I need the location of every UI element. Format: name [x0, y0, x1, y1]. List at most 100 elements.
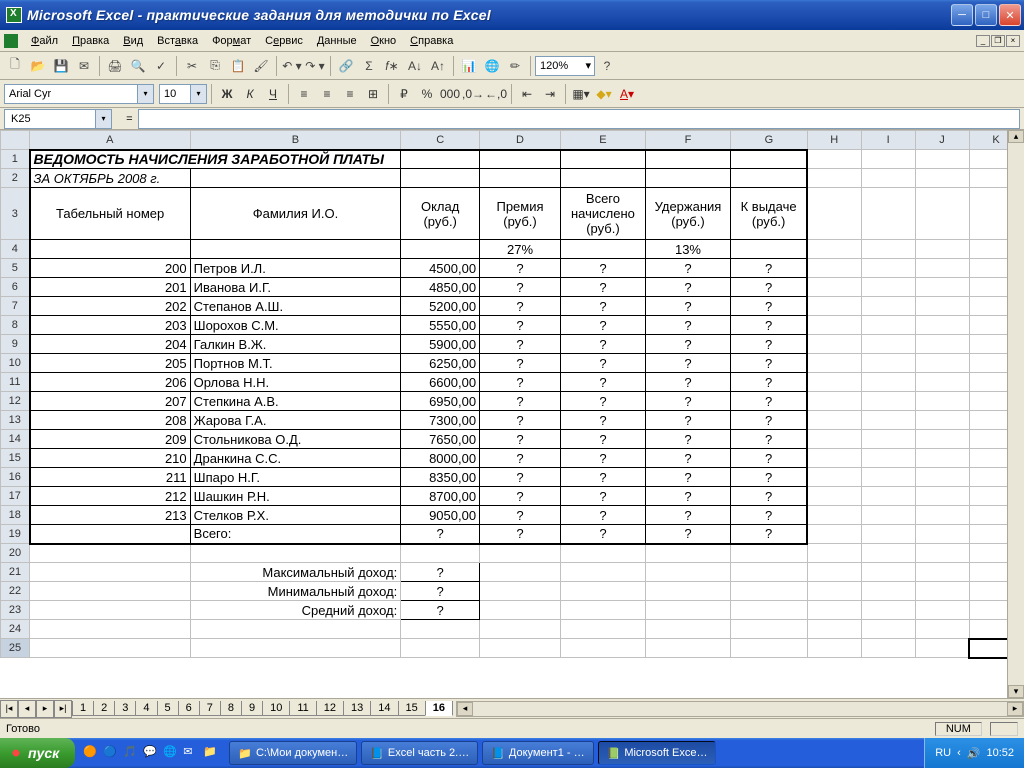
cell[interactable] [861, 430, 915, 449]
cell[interactable] [807, 449, 861, 468]
cell[interactable] [30, 525, 191, 544]
borders-icon[interactable]: ▦▾ [570, 83, 592, 105]
cell[interactable]: 205 [30, 354, 191, 373]
cell[interactable]: 201 [30, 278, 191, 297]
cell[interactable] [915, 468, 969, 487]
row-header-18[interactable]: 18 [1, 506, 30, 525]
row-header-10[interactable]: 10 [1, 354, 30, 373]
cell[interactable] [645, 544, 730, 563]
cell[interactable]: ? [401, 563, 480, 582]
cell[interactable] [861, 411, 915, 430]
cell[interactable] [560, 544, 645, 563]
cell[interactable]: ? [560, 335, 645, 354]
cell[interactable]: 212 [30, 487, 191, 506]
taskbar-item[interactable]: 📘Excel часть 2.… [361, 741, 478, 765]
cell[interactable] [807, 582, 861, 601]
cell[interactable] [645, 639, 730, 658]
row-header-11[interactable]: 11 [1, 373, 30, 392]
cell[interactable]: ? [731, 278, 808, 297]
cell[interactable]: 207 [30, 392, 191, 411]
sheet-tab-13[interactable]: 13 [343, 701, 371, 716]
sheet-tab-3[interactable]: 3 [114, 701, 136, 716]
cell[interactable]: ? [731, 506, 808, 525]
cell[interactable]: 206 [30, 373, 191, 392]
row-header-4[interactable]: 4 [1, 240, 30, 259]
bold-icon[interactable]: Ж [216, 83, 238, 105]
formula-bar[interactable] [138, 109, 1020, 129]
row-header-15[interactable]: 15 [1, 449, 30, 468]
cell[interactable] [190, 169, 401, 188]
cell[interactable]: 5550,00 [401, 316, 480, 335]
cell[interactable] [807, 392, 861, 411]
cell[interactable]: ? [645, 411, 730, 430]
cell[interactable]: ? [560, 430, 645, 449]
new-icon[interactable]: 🗋 [4, 55, 26, 77]
row-header-25[interactable]: 25 [1, 639, 30, 658]
cell[interactable] [807, 430, 861, 449]
sheet-tab-14[interactable]: 14 [370, 701, 398, 716]
cell[interactable] [861, 639, 915, 658]
cell[interactable] [731, 601, 808, 620]
cell[interactable]: ? [480, 335, 561, 354]
close-button[interactable]: ✕ [999, 4, 1021, 26]
font-size-combo[interactable]: 10▾ [159, 84, 207, 104]
sort-asc-icon[interactable]: A↓ [404, 55, 426, 77]
cell[interactable]: ? [480, 354, 561, 373]
cell[interactable]: К выдаче (руб.) [731, 188, 808, 240]
cell[interactable]: Табельный номер [30, 188, 191, 240]
cell[interactable]: ? [560, 259, 645, 278]
cell[interactable]: ? [645, 430, 730, 449]
ql-icon[interactable]: 💬 [143, 745, 159, 761]
autosum-icon[interactable]: Σ [358, 55, 380, 77]
help-icon[interactable]: ? [596, 55, 618, 77]
cell[interactable]: 200 [30, 259, 191, 278]
row-header-3[interactable]: 3 [1, 188, 30, 240]
hyperlink-icon[interactable]: 🔗 [335, 55, 357, 77]
cell[interactable]: ? [560, 373, 645, 392]
cell[interactable] [915, 449, 969, 468]
cell[interactable] [915, 506, 969, 525]
fill-color-icon[interactable]: ◆▾ [593, 83, 615, 105]
cell[interactable]: Жарова Г.А. [190, 411, 401, 430]
cell[interactable] [915, 150, 969, 169]
cell[interactable] [30, 544, 191, 563]
ql-icon[interactable]: 🎵 [123, 745, 139, 761]
tab-first-icon[interactable]: |◂ [0, 700, 18, 718]
cell[interactable] [861, 354, 915, 373]
cell[interactable]: ? [731, 316, 808, 335]
cell[interactable] [480, 544, 561, 563]
cell[interactable]: ? [560, 411, 645, 430]
cell[interactable] [645, 620, 730, 639]
cell[interactable]: Всего начислено (руб.) [560, 188, 645, 240]
cell[interactable]: ? [645, 525, 730, 544]
row-header-5[interactable]: 5 [1, 259, 30, 278]
align-left-icon[interactable]: ≡ [293, 83, 315, 105]
cell[interactable]: ? [480, 392, 561, 411]
cell[interactable] [401, 544, 480, 563]
cell[interactable] [645, 563, 730, 582]
cell[interactable]: Иванова И.Г. [190, 278, 401, 297]
cell[interactable]: ? [560, 487, 645, 506]
cut-icon[interactable]: ✂ [181, 55, 203, 77]
cell[interactable]: Средний доход: [190, 601, 401, 620]
cell[interactable]: 6250,00 [401, 354, 480, 373]
cell[interactable] [861, 582, 915, 601]
cell[interactable] [807, 544, 861, 563]
cell[interactable] [915, 601, 969, 620]
row-header-14[interactable]: 14 [1, 430, 30, 449]
menu-file[interactable]: Файл [24, 33, 65, 49]
cell[interactable]: ? [560, 297, 645, 316]
cell[interactable]: 4850,00 [401, 278, 480, 297]
cell[interactable] [861, 392, 915, 411]
cell[interactable]: 6600,00 [401, 373, 480, 392]
cell[interactable] [190, 620, 401, 639]
cell[interactable] [807, 601, 861, 620]
cell[interactable] [861, 297, 915, 316]
cell[interactable]: ? [480, 278, 561, 297]
cell[interactable]: Стелков Р.Х. [190, 506, 401, 525]
cell[interactable]: ? [401, 582, 480, 601]
cell[interactable]: ? [480, 259, 561, 278]
cell[interactable]: Минимальный доход: [190, 582, 401, 601]
tray-icon[interactable]: 🔊 [967, 747, 981, 760]
dec-decimal-icon[interactable]: ←,0 [485, 83, 507, 105]
